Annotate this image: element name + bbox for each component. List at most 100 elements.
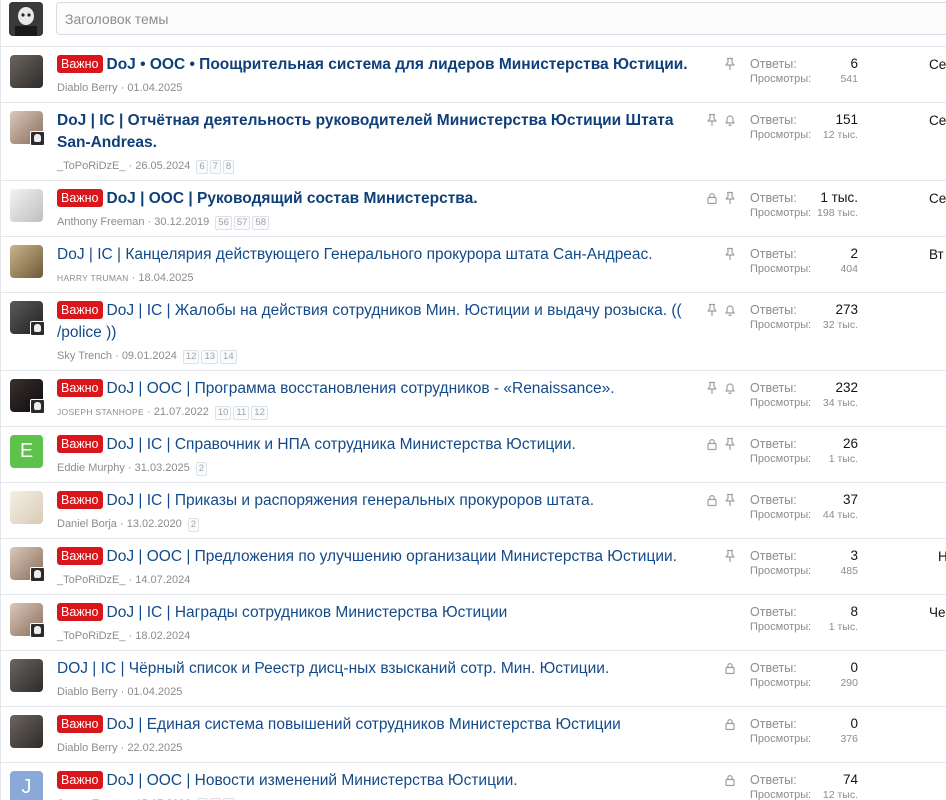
page-jump-link[interactable]: 2 [187,518,200,532]
thread-title-text[interactable]: DoJ | OOC | Руководящий состав Министерс… [107,190,478,207]
thread-author[interactable]: Daniel Borja [57,518,117,530]
thread-start-date[interactable]: 14.07.2024 [135,574,190,586]
last-post-date[interactable]: Н [938,549,946,564]
thread-author[interactable]: Diablo Berry [57,686,118,698]
thread-start-date[interactable]: 22.02.2025 [127,742,182,754]
thread-start-date[interactable]: 01.04.2025 [127,82,182,94]
thread-start-date[interactable]: 31.03.2025 [135,462,190,474]
thread-start-date[interactable]: 01.04.2025 [127,686,182,698]
thread-row[interactable]: DoJ | IC | Отчётная деятельность руковод… [1,102,946,180]
thread-meta: _ToPoRiDzE_ · 18.02.2024 [57,629,190,643]
thread-row[interactable]: Важно DoJ | OOC | Руководящий состав Мини… [1,180,946,236]
page-jump-link[interactable]: 13 [201,350,219,364]
views-label: Просмотры: [750,453,812,465]
author-avatar[interactable] [10,491,43,524]
author-avatar[interactable]: E [10,435,43,468]
thread-title[interactable]: Важно DoJ | IC | Награды сотрудников Мини… [57,602,737,624]
page-jump-link[interactable]: 8 [222,160,235,174]
thread-row[interactable]: Важно DoJ | OOC | Программа восстановлени… [1,370,946,426]
meta-separator: · [125,160,136,172]
thread-title[interactable]: Важно DoJ | OOC | Руководящий состав Мини… [57,188,697,210]
thread-start-date[interactable]: 18.02.2024 [135,630,190,642]
page-jump-link[interactable]: 58 [252,216,270,230]
last-post-date[interactable]: Се [929,113,946,128]
page-jump-link[interactable]: 12 [251,406,268,420]
page-jump-link[interactable]: 6 [196,160,208,174]
thread-title-text[interactable]: DoJ | OOC | Новости изменений Министерст… [107,772,518,789]
author-avatar[interactable]: J [10,771,43,800]
last-post-date[interactable]: Се [929,57,946,72]
thread-title[interactable]: Важно DoJ | Единая система повышений сотр… [57,714,697,736]
thread-author[interactable]: Diablo Berry [57,82,118,94]
thread-start-date[interactable]: 13.02.2020 [127,518,182,530]
bell-icon [723,113,737,127]
thread-row[interactable]: Важно DoJ | OOC | Предложения по улучшени… [1,538,946,594]
thread-row[interactable]: DOJ | IC | Чёрный список и Реестр дисц-н… [1,650,946,706]
thread-row[interactable]: Важно DoJ • OOC • Поощрительная система д… [1,46,946,102]
thread-row[interactable]: Важно DoJ | IC | Приказы и распоряжения г… [1,482,946,538]
thread-author[interactable]: Sky Trench [57,350,112,362]
thread-title-text[interactable]: DoJ | IC | Канцелярия действующего Генер… [57,246,653,263]
thread-row[interactable]: J Важно DoJ | OOC | Новости изменений Мини… [1,762,946,800]
thread-author[interactable]: _ToPoRiDzE_ [57,630,125,642]
thread-title[interactable]: Важно DoJ | OOC | Предложения по улучшени… [57,546,697,568]
page-jump-link[interactable]: 57 [233,216,251,230]
thread-title[interactable]: DOJ | IC | Чёрный список и Реестр дисц-н… [57,658,697,680]
replies-label: Ответы: [750,381,797,395]
page-jump-link[interactable]: 56 [215,216,232,230]
thread-title[interactable]: DoJ | IC | Отчётная деятельность руковод… [57,110,697,154]
thread-row[interactable]: Важно DoJ | IC | Жалобы на действия сотру… [1,292,946,370]
current-user-avatar[interactable] [9,2,43,36]
thread-row[interactable]: DoJ | IC | Канцелярия действующего Генер… [1,236,946,292]
thread-title-text[interactable]: DoJ | Единая система повышений сотрудник… [107,716,621,733]
thread-title-text[interactable]: DOJ | IC | Чёрный список и Реестр дисц-н… [57,660,609,677]
thread-start-date[interactable]: 18.04.2025 [138,272,193,284]
thread-start-date[interactable]: 30.12.2019 [154,216,209,228]
author-avatar[interactable] [10,715,43,748]
author-avatar[interactable] [10,55,43,88]
thread-author[interactable]: JOSEPH STANHOPE [57,407,144,417]
page-jump-link[interactable]: 2 [195,462,208,476]
thread-author[interactable]: HARRY TRUMAN [57,273,129,283]
thread-title-text[interactable]: DoJ • OOC • Поощрительная система для ли… [107,56,688,73]
thread-title[interactable]: Важно DoJ | OOC | Программа восстановлени… [57,378,697,400]
thread-title[interactable]: Важно DoJ • OOC • Поощрительная система д… [57,54,697,76]
author-avatar[interactable] [10,659,43,692]
last-post-date[interactable]: Че [929,605,946,620]
thread-title-text[interactable]: DoJ | IC | Награды сотрудников Министерс… [107,604,508,621]
last-post-date[interactable]: Се [929,191,946,206]
page-jump-link[interactable]: 7 [209,160,221,174]
page-jump-link[interactable]: 12 [182,350,200,364]
page-jump-link[interactable]: 14 [220,350,237,364]
thread-title[interactable]: Важно DoJ | OOC | Новости изменений Минис… [57,770,697,792]
thread-title-text[interactable]: DoJ | IC | Приказы и распоряжения генера… [107,492,595,509]
thread-author[interactable]: _ToPoRiDzE_ [57,574,125,586]
thread-title[interactable]: Важно DoJ | IC | Справочник и НПА сотрудн… [57,434,697,456]
thread-author[interactable]: Diablo Berry [57,742,118,754]
thread-row[interactable]: E Важно DoJ | IC | Справочник и НПА сотруд… [1,426,946,482]
page-jump-link[interactable]: 10 [214,406,232,420]
thread-title-text[interactable]: DoJ | IC | Жалобы на действия сотруднико… [57,302,682,341]
thread-author[interactable]: _ToPoRiDzE_ [57,160,125,172]
page-jump-link[interactable]: 11 [233,406,250,420]
thread-start-date[interactable]: 09.01.2024 [122,350,177,362]
thread-author[interactable]: Eddie Murphy [57,462,125,474]
pin-icon [705,303,719,317]
thread-title-input[interactable] [56,2,946,35]
thread-title[interactable]: Важно DoJ | IC | Жалобы на действия сотру… [57,300,697,344]
thread-title-text[interactable]: DoJ | OOC | Предложения по улучшению орг… [107,548,677,565]
thread-title-text[interactable]: DoJ | IC | Справочник и НПА сотрудника М… [107,436,576,453]
thread-title[interactable]: Важно DoJ | IC | Приказы и распоряжения г… [57,490,697,512]
thread-title[interactable]: DoJ | IC | Канцелярия действующего Генер… [57,244,697,266]
thread-row[interactable]: Важно DoJ | Единая система повышений сотр… [1,706,946,762]
thread-title-text[interactable]: DoJ | OOC | Программа восстановления сот… [107,380,615,397]
thread-author[interactable]: Anthony Freeman [57,216,144,228]
author-avatar[interactable] [10,189,43,222]
thread-row[interactable]: Важно DoJ | IC | Награды сотрудников Мини… [1,594,946,650]
thread-title-text[interactable]: DoJ | IC | Отчётная деятельность руковод… [57,112,674,151]
pin-icon [723,57,737,71]
thread-start-date[interactable]: 21.07.2022 [154,406,209,418]
thread-start-date[interactable]: 26.05.2024 [135,160,190,172]
author-avatar[interactable] [10,245,43,278]
last-post-date[interactable]: Вт [929,247,944,262]
